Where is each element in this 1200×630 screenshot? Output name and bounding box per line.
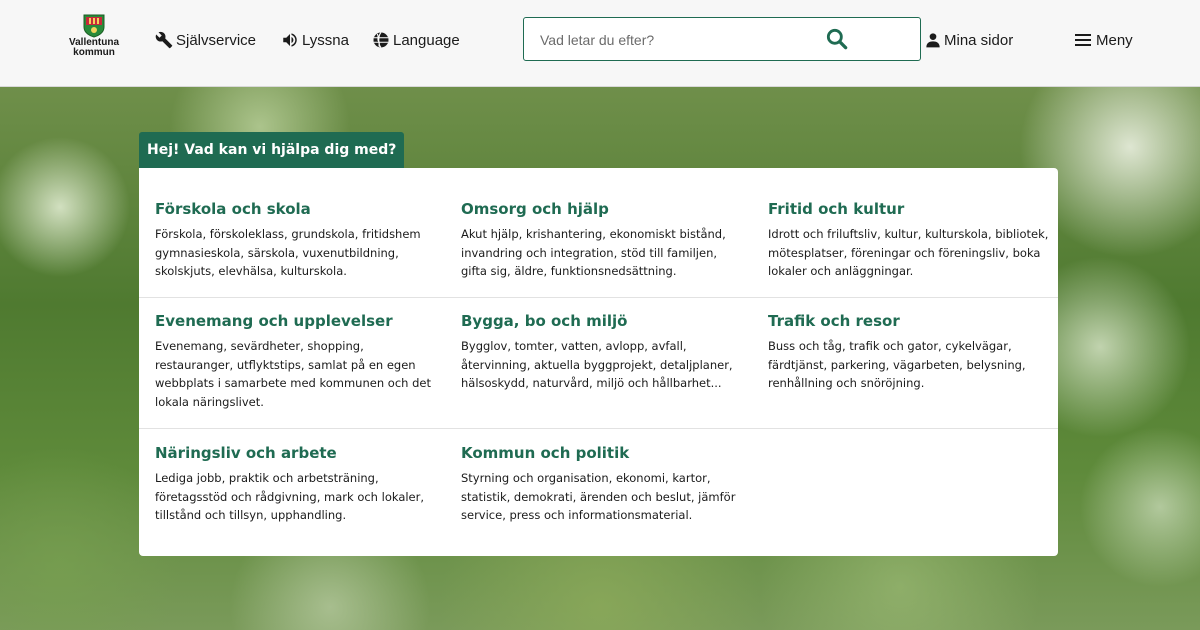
search-input[interactable]: [538, 28, 822, 52]
category-card-business-work[interactable]: Näringsliv och arbete Lediga jobb, prakt…: [155, 443, 440, 525]
hamburger-menu-icon: [1075, 34, 1091, 46]
speaker-icon: [283, 33, 297, 47]
category-description: Buss och tåg, trafik och gator, cykelväg…: [768, 339, 1026, 390]
category-title[interactable]: Kommun och politik: [461, 443, 746, 463]
language-button[interactable]: Language: [372, 29, 460, 51]
category-title[interactable]: Trafik och resor: [768, 311, 1053, 331]
category-row: Evenemang och upplevelser Evenemang, sev…: [139, 298, 1058, 429]
language-label: Language: [393, 31, 460, 49]
category-description: Akut hjälp, krishantering, ekonomiskt bi…: [461, 227, 726, 278]
wrench-icon: [155, 31, 173, 49]
menu-button[interactable]: Meny: [1075, 29, 1133, 51]
category-title[interactable]: Näringsliv och arbete: [155, 443, 440, 463]
category-card-building-environment[interactable]: Bygga, bo och miljö Bygglov, tomter, vat…: [461, 311, 746, 393]
category-description: Bygglov, tomter, vatten, avlopp, avfall,…: [461, 339, 733, 390]
category-card-leisure-culture[interactable]: Fritid och kultur Idrott och friluftsliv…: [768, 199, 1053, 281]
category-title[interactable]: Bygga, bo och miljö: [461, 311, 746, 331]
search-button[interactable]: [824, 26, 850, 52]
category-description: Lediga jobb, praktik och arbetsträning, …: [155, 471, 425, 522]
greeting-heading: Hej! Vad kan vi hjälpa dig med?: [139, 132, 405, 169]
category-description: Förskola, förskoleklass, grundskola, fri…: [155, 227, 421, 278]
listen-label: Lyssna: [302, 31, 349, 49]
globe-icon: [373, 32, 389, 48]
logo[interactable]: Vallentuna kommun: [66, 14, 122, 58]
category-card-care-help[interactable]: Omsorg och hjälp Akut hjälp, krishanteri…: [461, 199, 746, 281]
category-row: Förskola och skola Förskola, förskolekla…: [139, 168, 1058, 298]
my-pages-label: Mina sidor: [944, 31, 1014, 49]
category-card-traffic-travel[interactable]: Trafik och resor Buss och tåg, trafik oc…: [768, 311, 1053, 393]
category-title[interactable]: Omsorg och hjälp: [461, 199, 746, 219]
category-description: Styrning och organisation, ekonomi, kart…: [461, 471, 736, 522]
user-icon: [926, 33, 940, 48]
search-icon: [826, 28, 848, 50]
site-header: Vallentuna kommun Självservice Lyssna La…: [0, 0, 1200, 87]
category-title[interactable]: Förskola och skola: [155, 199, 440, 219]
my-pages-button[interactable]: Mina sidor: [925, 29, 1013, 51]
category-card-municipality-politics[interactable]: Kommun och politik Styrning och organisa…: [461, 443, 746, 525]
selfservice-button[interactable]: Självservice: [155, 29, 256, 51]
listen-button[interactable]: Lyssna: [281, 29, 349, 51]
category-panel: Förskola och skola Förskola, förskolekla…: [139, 168, 1058, 556]
search-box: [523, 17, 921, 61]
selfservice-label: Självservice: [176, 31, 257, 49]
category-card-events[interactable]: Evenemang och upplevelser Evenemang, sev…: [155, 311, 440, 411]
category-title[interactable]: Fritid och kultur: [768, 199, 1053, 219]
category-title[interactable]: Evenemang och upplevelser: [155, 311, 440, 331]
category-description: Idrott och friluftsliv, kultur, kultursk…: [768, 227, 1049, 278]
category-row: Näringsliv och arbete Lediga jobb, prakt…: [139, 429, 1058, 556]
coat-of-arms-icon: [83, 14, 105, 38]
logo-text-line2: kommun: [73, 47, 115, 58]
menu-label: Meny: [1096, 31, 1133, 49]
category-description: Evenemang, sevärdheter, shopping, restau…: [155, 339, 431, 409]
category-card-preschool-school[interactable]: Förskola och skola Förskola, förskolekla…: [155, 199, 440, 281]
